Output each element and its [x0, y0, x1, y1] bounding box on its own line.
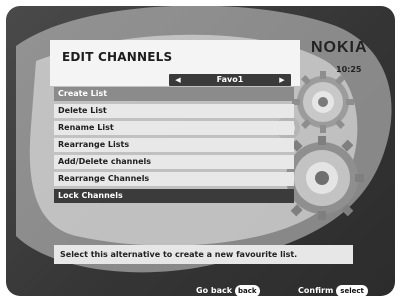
menu-item-rearrange-channels[interactable]: Rearrange Channels	[54, 172, 294, 186]
screen-frame: EDIT CHANNELS NOKIA 10:25 ◀ Favo1 ▶ Crea…	[6, 6, 395, 296]
back-key-icon: back	[235, 285, 260, 296]
confirm-label: Confirm	[298, 286, 334, 295]
select-key-icon: select	[336, 285, 368, 296]
menu-item-delete-list[interactable]: Delete List	[54, 104, 294, 118]
list-selector[interactable]: ◀ Favo1 ▶	[169, 74, 291, 86]
menu-item-add-delete-channels[interactable]: Add/Delete channels	[54, 155, 294, 169]
menu-panel: EDIT CHANNELS NOKIA 10:25 ◀ Favo1 ▶ Crea…	[6, 6, 395, 296]
tv-screen: EDIT CHANNELS NOKIA 10:25 ◀ Favo1 ▶ Crea…	[0, 0, 401, 302]
arrow-right-icon[interactable]: ▶	[277, 74, 287, 86]
confirm-hint[interactable]: Confirm select	[298, 285, 368, 296]
go-back-hint[interactable]: Go back back	[196, 285, 260, 296]
menu-item-rearrange-lists[interactable]: Rearrange Lists	[54, 138, 294, 152]
menu-list: Create List Delete List Rename List Rear…	[54, 87, 294, 206]
clock: 10:25	[336, 65, 362, 74]
page-title: EDIT CHANNELS	[62, 50, 173, 64]
list-selector-value: Favo1	[216, 75, 244, 84]
menu-item-lock-channels[interactable]: Lock Channels	[54, 189, 294, 203]
menu-item-rename-list[interactable]: Rename List	[54, 121, 294, 135]
go-back-label: Go back	[196, 286, 233, 295]
brand-logo: NOKIA	[311, 39, 368, 56]
help-text: Select this alternative to create a new …	[54, 245, 353, 264]
menu-item-create-list[interactable]: Create List	[54, 87, 294, 101]
